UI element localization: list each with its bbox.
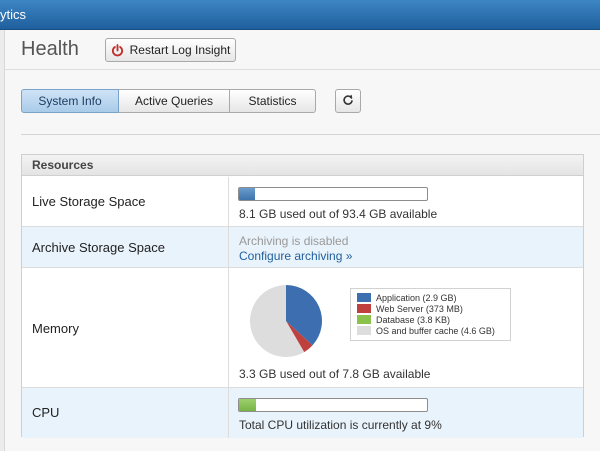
cpu-progress-bar bbox=[238, 398, 428, 412]
tab-system-info[interactable]: System Info bbox=[21, 89, 119, 113]
memory-legend: Application (2.9 GB) Web Server (373 MB)… bbox=[350, 288, 511, 341]
legend-label: Application (2.9 GB) bbox=[376, 292, 457, 303]
live-storage-progress-fill bbox=[239, 188, 256, 200]
row-archive-storage: Archive Storage Space Archiving is disab… bbox=[22, 227, 583, 268]
tab-bar: System Info Active Queries Statistics bbox=[21, 89, 316, 113]
page-title: Health bbox=[21, 38, 79, 60]
memory-usage-text: 3.3 GB used out of 7.8 GB available bbox=[239, 367, 431, 381]
legend-label: Web Server (373 MB) bbox=[376, 303, 463, 314]
legend-item-database: Database (3.8 KB) bbox=[357, 314, 504, 325]
legend-label: Database (3.8 KB) bbox=[376, 314, 451, 325]
archive-storage-label: Archive Storage Space bbox=[32, 240, 165, 255]
row-memory: Memory Application (2.9 GB) Web Server (… bbox=[22, 268, 583, 388]
resources-table: Resources Live Storage Space 8.1 GB used… bbox=[21, 154, 584, 438]
restart-label: Restart Log Insight bbox=[129, 43, 231, 57]
archive-status-text: Archiving is disabled bbox=[239, 234, 349, 248]
cpu-usage-text: Total CPU utilization is currently at 9% bbox=[239, 418, 442, 432]
legend-swatch bbox=[357, 315, 371, 324]
row-cpu: CPU Total CPU utilization is currently a… bbox=[22, 388, 583, 438]
refresh-button[interactable] bbox=[335, 89, 361, 113]
legend-label: OS and buffer cache (4.6 GB) bbox=[376, 325, 495, 336]
live-storage-progress-bar bbox=[238, 187, 428, 201]
health-panel: Health Restart Log Insight System Info A… bbox=[4, 30, 600, 451]
legend-swatch bbox=[357, 293, 371, 302]
window-title: ytics bbox=[0, 7, 26, 22]
cpu-progress-fill bbox=[239, 399, 256, 411]
column-divider bbox=[228, 388, 229, 438]
legend-item-os-buffer-cache: OS and buffer cache (4.6 GB) bbox=[357, 325, 504, 336]
refresh-icon bbox=[342, 94, 354, 109]
legend-item-web-server: Web Server (373 MB) bbox=[357, 303, 504, 314]
tab-statistics[interactable]: Statistics bbox=[230, 89, 316, 113]
live-storage-label: Live Storage Space bbox=[32, 194, 146, 209]
row-live-storage: Live Storage Space 8.1 GB used out of 93… bbox=[22, 177, 583, 227]
memory-label: Memory bbox=[32, 321, 79, 336]
power-icon bbox=[111, 43, 124, 57]
configure-archiving-link[interactable]: Configure archiving » bbox=[239, 249, 352, 263]
tab-active-queries[interactable]: Active Queries bbox=[119, 89, 230, 113]
live-storage-text: 8.1 GB used out of 93.4 GB available bbox=[239, 207, 438, 221]
header-divider bbox=[5, 69, 600, 70]
column-divider bbox=[228, 227, 229, 267]
tabs-divider bbox=[21, 134, 600, 135]
restart-log-insight-button[interactable]: Restart Log Insight bbox=[105, 38, 236, 62]
legend-swatch bbox=[357, 304, 371, 313]
legend-swatch bbox=[357, 326, 371, 335]
resources-header: Resources bbox=[22, 155, 583, 176]
column-divider bbox=[228, 177, 229, 226]
column-divider bbox=[228, 268, 229, 387]
title-bar: ytics bbox=[0, 0, 600, 30]
cpu-label: CPU bbox=[32, 405, 60, 420]
memory-pie-chart bbox=[250, 285, 322, 357]
legend-item-application: Application (2.9 GB) bbox=[357, 292, 504, 303]
